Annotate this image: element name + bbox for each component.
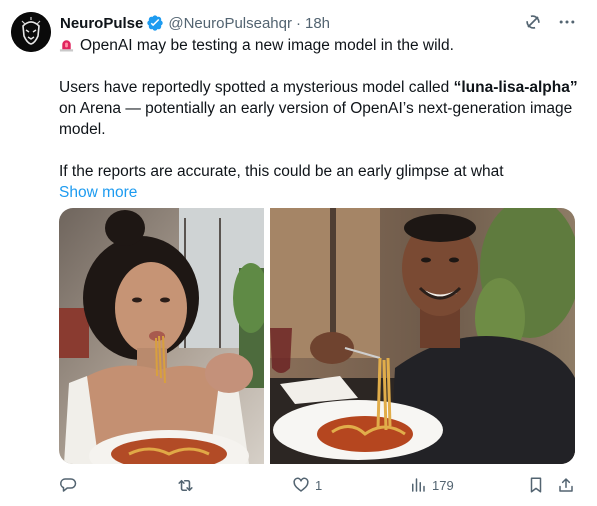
tweet-paragraph-3: If the reports are accurate, this could … [59, 163, 504, 180]
tweet-media [59, 208, 575, 464]
tweet[interactable]: NeuroPulse @NeuroPulseahqr · 18h OpenAI … [0, 0, 597, 506]
heart-icon [292, 476, 310, 494]
view-count: 179 [432, 477, 454, 493]
avatar[interactable] [11, 12, 51, 52]
bookmark-icon [527, 476, 545, 494]
like-button[interactable]: 1 [292, 476, 322, 494]
grok-icon[interactable] [523, 12, 543, 32]
tweet-text: OpenAI may be testing a new image model … [59, 35, 584, 203]
show-more-link[interactable]: Show more [59, 182, 584, 203]
tweet-p2-before: Users have reportedly spotted a mysterio… [59, 79, 454, 96]
police-light-icon [59, 37, 74, 52]
author-name[interactable]: NeuroPulse [60, 15, 143, 32]
author-handle[interactable]: @NeuroPulseahqr [168, 15, 292, 32]
tweet-line-1-text: OpenAI may be testing a new image model … [80, 37, 454, 54]
retweet-button[interactable] [176, 476, 195, 495]
media-photo-2[interactable] [270, 208, 575, 464]
media-photo-1[interactable] [59, 208, 264, 464]
separator-dot: · [296, 14, 301, 32]
like-count: 1 [315, 477, 323, 493]
timestamp[interactable]: 18h [305, 15, 330, 32]
views-button[interactable]: 179 [409, 476, 454, 494]
tweet-paragraph-2: Users have reportedly spotted a mysterio… [59, 77, 584, 140]
share-icon [557, 476, 575, 494]
reply-button[interactable] [59, 476, 77, 494]
tweet-p2-after: on Arena — potentially an early version … [59, 100, 573, 138]
bookmark-button[interactable] [527, 476, 545, 494]
verified-badge-icon [146, 14, 164, 32]
tweet-actions: 1 179 [59, 476, 577, 498]
tweet-line-1: OpenAI may be testing a new image model … [59, 35, 584, 56]
share-button[interactable] [557, 476, 575, 494]
model-name: “luna-lisa-alpha” [453, 79, 578, 96]
tweet-top-actions [523, 12, 577, 32]
more-icon[interactable] [557, 12, 577, 32]
tweet-header: NeuroPulse @NeuroPulseahqr · 18h [60, 12, 330, 34]
views-icon [409, 476, 427, 494]
retweet-icon [176, 476, 195, 495]
reply-icon [59, 476, 77, 494]
